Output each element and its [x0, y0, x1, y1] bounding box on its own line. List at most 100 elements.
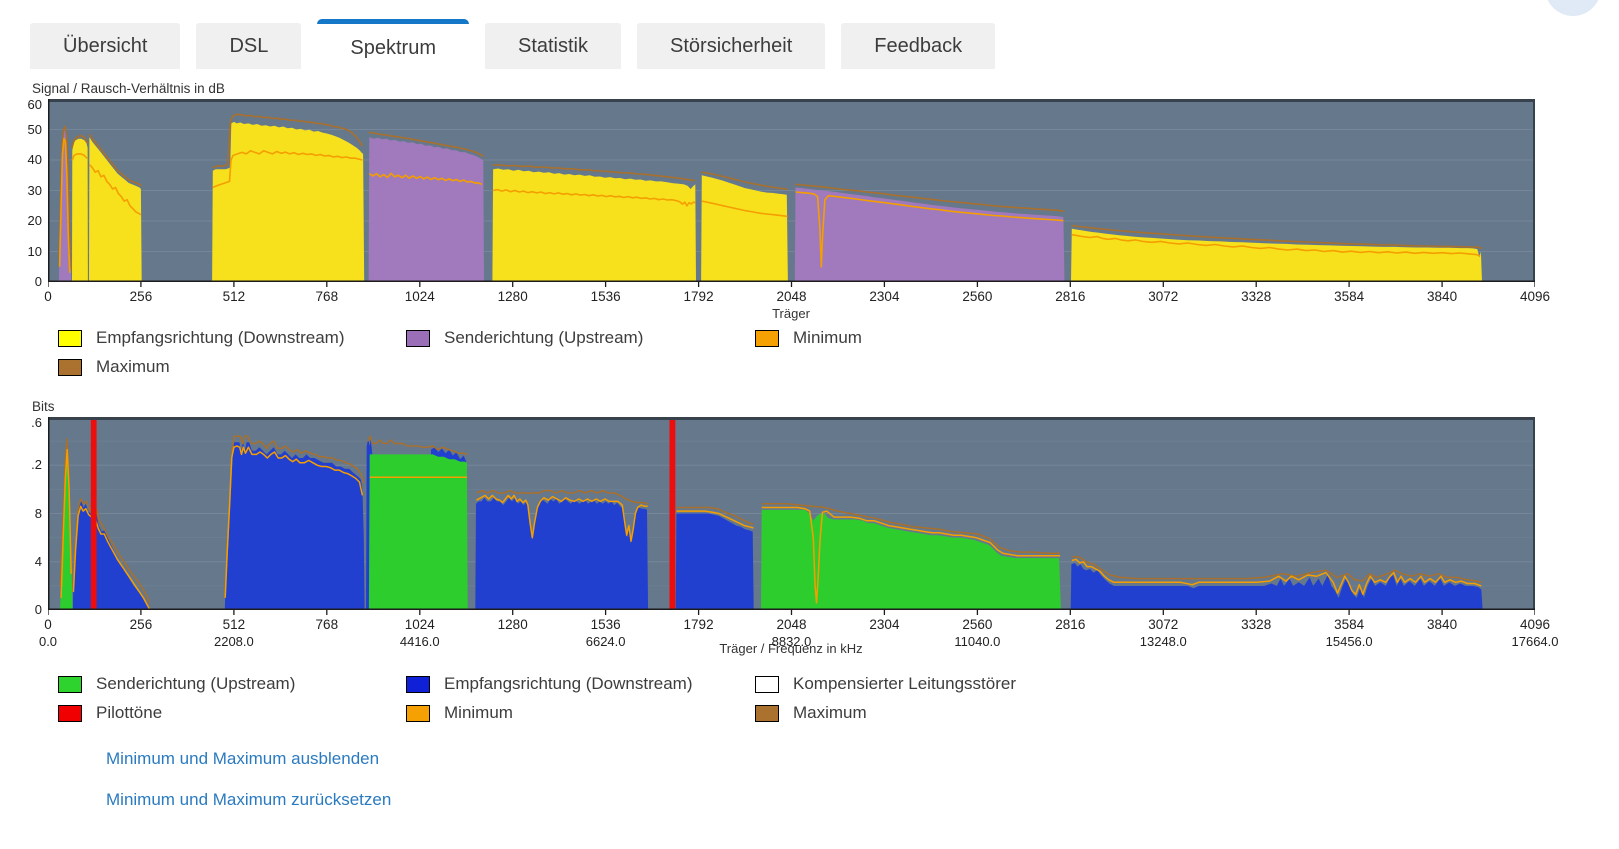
bits-chart-svg	[48, 417, 1535, 615]
bits-chart-x-tick-label: 3072	[1148, 617, 1179, 632]
legend-item: Minimum	[755, 328, 1619, 348]
bits-x-tick-labels: 0 256 512 768 1024 1280 1536 1792 2048 2304 2560 28…	[44, 617, 1550, 634]
snr-chart-x-tick-label: 2048	[776, 289, 807, 304]
snr-chart-x-tick-label: 512	[222, 289, 246, 304]
snr-chart-y-tick-label: 40	[27, 152, 42, 167]
bits-chart-x-tick-label: 2048	[776, 617, 807, 632]
snr-chart-svg	[48, 99, 1535, 287]
snr-chart-x-tick-label: 3072	[1148, 289, 1179, 304]
snr-chart-x-tick-label: 2304	[869, 289, 900, 304]
legend-item: Pilottöne	[58, 703, 406, 723]
bits-freq-label: 13248.0	[1139, 634, 1187, 649]
bits-freq-label: 6624.0	[585, 634, 626, 649]
snr-chart-x-tick-label: 3840	[1427, 289, 1458, 304]
tab-feedback[interactable]: Feedback	[841, 23, 996, 69]
snr-chart-x-tick-label: 1024	[404, 289, 435, 304]
snr-chart-x-tick-label: 0	[44, 289, 52, 304]
bits-chart-y-tick-label: 8	[34, 505, 42, 521]
tab-uebersicht[interactable]: Übersicht	[30, 23, 181, 69]
bits-chart-x-tick-label: 3584	[1334, 617, 1365, 632]
bits-chart-x-tick-label: 2816	[1055, 617, 1086, 632]
legend-label: Maximum	[793, 703, 867, 722]
bits-chart-y-tick-label: 0	[34, 602, 42, 617]
bits-chart-x-tick-label: 3328	[1241, 617, 1272, 632]
legend-label: Minimum	[444, 703, 513, 722]
snr-x-tick-labels: 0 256 512 768 1024 1280 1536 1792 2048 2304 2560 28…	[44, 289, 1550, 306]
legend-swatch-green	[58, 675, 82, 693]
snr-x-axis-title: Träger	[772, 306, 810, 321]
bits-freq-label: 17664.0	[1511, 634, 1559, 649]
bits-chart-x-tick-label: 512	[222, 617, 246, 632]
legend-label: Senderichtung (Upstream)	[444, 328, 644, 347]
snr-chart-x-tick-label: 256	[129, 289, 153, 304]
bits-freq-labels-row: Träger / Frequenz in kHz 0.0 2208.0 4416.0…	[39, 634, 1559, 670]
spectrum-page: Übersicht DSL Spektrum Statistik Störsicherh…	[0, 0, 1619, 849]
hide-minmax-link[interactable]: Minimum und Maximum ausblenden	[106, 749, 1619, 769]
bits-chart-x-tick-label: 1792	[683, 617, 714, 632]
bits-chart-y-tick-label: .6	[31, 415, 42, 430]
bits-chart-x-tick-label: 1280	[497, 617, 528, 632]
tab-bar: Übersicht DSL Spektrum Statistik Störsicherh…	[0, 0, 1619, 73]
bits-freq-label: 0.0	[38, 634, 58, 649]
bits-freq-label: 2208.0	[213, 634, 254, 649]
bits-chart-x-tick-label: 256	[129, 617, 153, 632]
bits-chart-x-tick-label: 3840	[1427, 617, 1458, 632]
bits-chart-section: Bits 0 4 8 .2 .6 0 256 512 768 1024 1280 1536 1792 2…	[31, 399, 1619, 810]
snr-chart-x-tick-label: 3328	[1241, 289, 1272, 304]
snr-chart-title: Signal / Rausch-Verhältnis in dB	[32, 81, 225, 96]
legend-label: Empfangsrichtung (Downstream)	[444, 674, 693, 693]
legend-label: Kompensierter Leitungsstörer	[793, 674, 1017, 693]
bits-freq-label: 8832.0	[771, 634, 812, 649]
bits-chart-x-tick-label: 2560	[962, 617, 993, 632]
legend-swatch-purple	[406, 329, 430, 347]
snr-chart-x-tick-label: 1536	[590, 289, 621, 304]
snr-chart-x-tick-label: 1280	[497, 289, 528, 304]
legend-item: Maximum	[58, 357, 406, 377]
bits-chart-x-tick-label: 4096	[1519, 617, 1551, 632]
legend-item: Minimum	[406, 703, 755, 723]
bits-chart-title: Bits	[32, 399, 55, 414]
bits-chart-y-tick-label: .2	[31, 457, 42, 473]
minmax-links: Minimum und Maximum ausblenden Minimum u…	[106, 749, 1619, 810]
bits-chart-x-tick-label: 1536	[590, 617, 621, 632]
bits-chart-plot: 0 4 8 .2 .6	[31, 415, 1535, 617]
tab-spektrum[interactable]: Spektrum	[317, 19, 469, 73]
bits-freq-label: 15456.0	[1325, 634, 1373, 649]
bits-chart-x-tick-label: 0	[44, 617, 52, 632]
bits-freq-label: 11040.0	[954, 634, 1001, 649]
snr-chart-y-tick-label: 20	[27, 213, 42, 228]
legend-label: Maximum	[96, 357, 170, 376]
reset-minmax-link[interactable]: Minimum und Maximum zurücksetzen	[106, 790, 1619, 810]
snr-chart-x-tick-label: 2560	[962, 289, 993, 304]
legend-swatch-blue	[406, 675, 430, 693]
tab-stoersicherheit[interactable]: Störsicherheit	[637, 23, 826, 69]
snr-chart-y-tick-label: 50	[27, 121, 42, 137]
legend-swatch-brown	[755, 704, 779, 722]
snr-legend: Empfangsrichtung (Downstream) Senderichtu…	[58, 328, 1619, 377]
snr-chart-x-tick-label: 768	[315, 289, 339, 304]
legend-swatch-orange	[406, 704, 430, 722]
legend-item: Senderichtung (Upstream)	[406, 328, 755, 348]
legend-label: Empfangsrichtung (Downstream)	[96, 328, 345, 347]
tab-dsl[interactable]: DSL	[196, 23, 302, 69]
bits-chart-x-tick-label: 768	[315, 617, 339, 632]
snr-chart-y-tick-label: 10	[27, 243, 42, 259]
snr-x-axis-title-row: Träger	[48, 306, 1535, 324]
legend-item: Empfangsrichtung (Downstream)	[406, 674, 755, 694]
legend-swatch-yellow	[58, 329, 82, 347]
legend-swatch-red	[58, 704, 82, 722]
legend-item: Senderichtung (Upstream)	[58, 674, 406, 694]
bits-freq-label: 4416.0	[399, 634, 440, 649]
snr-chart-plot: 0 10 20 30 40 50 60	[28, 97, 1535, 289]
legend-swatch-white	[755, 675, 779, 693]
bits-chart-x-tick-label: 1024	[404, 617, 435, 632]
legend-label: Minimum	[793, 328, 862, 347]
snr-chart-section: Signal / Rausch-Verhältnis in dB 0 10 20 30…	[28, 81, 1619, 377]
snr-chart-y-tick-label: 30	[27, 182, 42, 198]
snr-chart-x-tick-label: 4096	[1519, 289, 1551, 304]
legend-item: Kompensierter Leitungsstörer	[755, 674, 1619, 694]
bits-legend: Senderichtung (Upstream) Empfangsrichtung…	[58, 674, 1619, 723]
tab-statistik[interactable]: Statistik	[484, 23, 622, 69]
snr-chart-x-tick-label: 1792	[683, 289, 714, 304]
snr-chart-x-tick-label: 2816	[1055, 289, 1086, 304]
